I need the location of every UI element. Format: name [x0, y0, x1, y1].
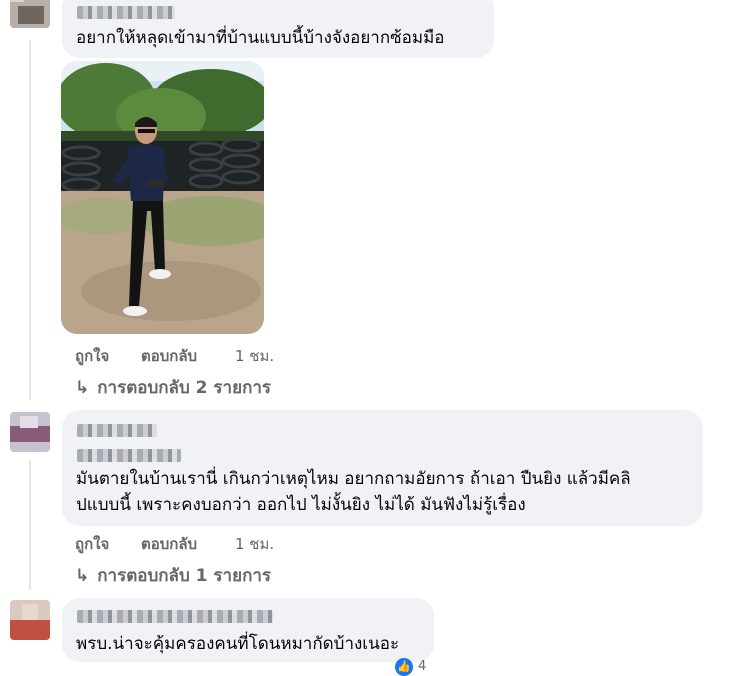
- comment-text-line-2: ปแบบนี้ เพราะคงบอกว่า ออกไป ไม่งั้นยิง ไ…: [76, 495, 526, 515]
- commenter-name[interactable]: [77, 6, 175, 19]
- avatar[interactable]: [10, 0, 50, 28]
- like-button[interactable]: ถูกใจ: [75, 344, 109, 368]
- commenter-name[interactable]: [77, 610, 273, 623]
- comment-text-line-1: มันตายในบ้านเรานี่ เกินกว่าเหตุไหม อยากถ…: [76, 469, 631, 489]
- commenter-name[interactable]: [77, 424, 157, 437]
- replies-count-label: การตอบกลับ 2 รายการ: [97, 378, 272, 398]
- replies-count-label: การตอบกลับ 1 รายการ: [97, 566, 272, 586]
- avatar[interactable]: [10, 412, 50, 452]
- comment-timestamp[interactable]: 1 ชม.: [235, 532, 274, 556]
- like-button[interactable]: ถูกใจ: [75, 532, 109, 556]
- commenter-name-line2: [77, 449, 181, 462]
- comment-text: พรบ.น่าจะคุ้มครองคนที่โดนหมากัดบ้างเนอะ: [76, 634, 400, 654]
- comment-timestamp[interactable]: 1 ชม.: [235, 344, 274, 368]
- thread-line: [29, 40, 31, 400]
- photo-image: [61, 61, 264, 334]
- view-replies-link[interactable]: ↳ การตอบกลับ 1 รายการ: [75, 562, 271, 589]
- like-reaction-icon[interactable]: 👍: [395, 658, 413, 676]
- view-replies-link[interactable]: ↳ การตอบกลับ 2 รายการ: [75, 374, 271, 401]
- avatar[interactable]: [10, 600, 50, 640]
- reaction-count[interactable]: 4: [418, 659, 426, 674]
- comment-photo[interactable]: [61, 61, 264, 334]
- reply-button[interactable]: ตอบกลับ: [141, 344, 197, 368]
- reply-arrow-icon: ↳: [75, 378, 90, 398]
- reply-arrow-icon: ↳: [75, 566, 90, 586]
- comment-text: อยากให้หลุดเข้ามาที่บ้านแบบนี้บ้างจังอยา…: [76, 28, 445, 48]
- thread-line: [29, 460, 31, 590]
- reply-button[interactable]: ตอบกลับ: [141, 532, 197, 556]
